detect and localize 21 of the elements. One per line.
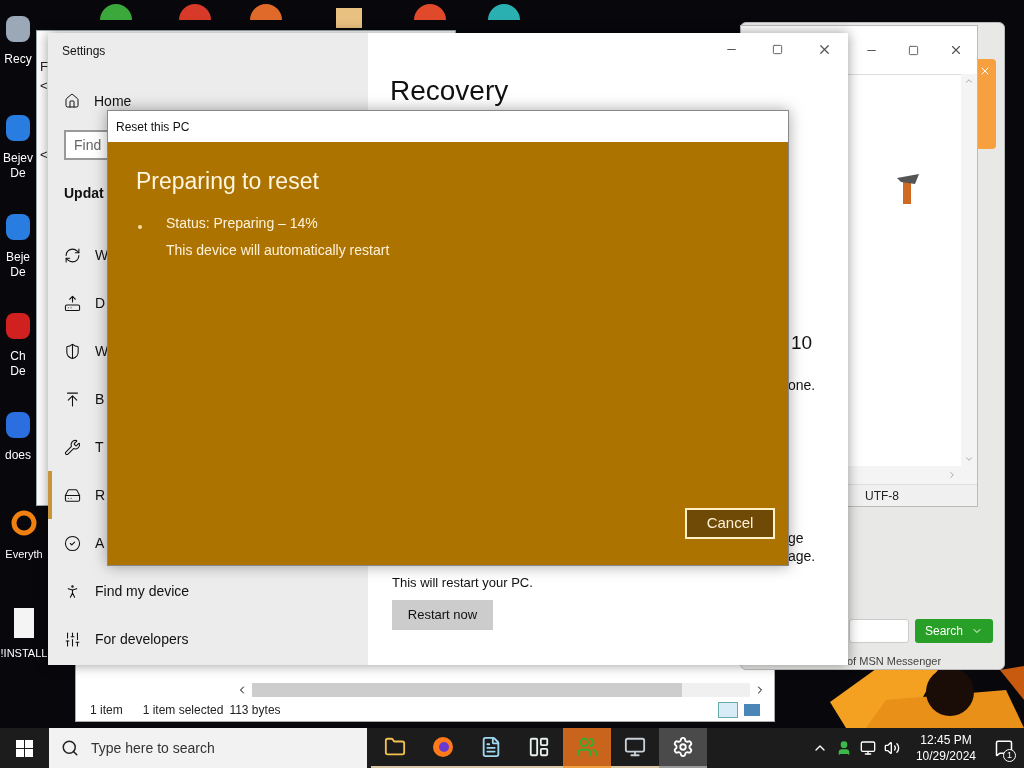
encoding-text: UTF-8 xyxy=(865,487,899,505)
window-fragment-text: F xyxy=(40,59,48,74)
dialog-heading: Preparing to reset xyxy=(136,167,319,196)
status-text: 113 bytes xyxy=(229,702,281,719)
window-fragment-text: < xyxy=(40,78,48,93)
status-text: Status: Preparing – 14% xyxy=(166,213,318,233)
content-text-fragment: 10 xyxy=(791,331,813,355)
restart-note: This will restart your PC. xyxy=(392,575,533,591)
content-text-fragment: ge xyxy=(788,529,804,548)
notification-badge: 1 xyxy=(1003,749,1016,762)
status-note: This device will automatically restart xyxy=(166,240,390,260)
dialog-title: Reset this PC xyxy=(116,118,190,136)
window-fragment-text: < xyxy=(40,147,48,162)
content-text-fragment: age. xyxy=(788,547,816,566)
window-title: Settings xyxy=(62,43,107,60)
status-text: 1 item xyxy=(90,702,123,719)
content-text-fragment: one. xyxy=(788,376,816,395)
status-text: of MSN Messenger xyxy=(847,654,942,669)
page-heading: Recovery xyxy=(390,76,509,106)
status-text: 1 item selected xyxy=(142,702,224,719)
section-heading: Updat xyxy=(64,184,104,203)
